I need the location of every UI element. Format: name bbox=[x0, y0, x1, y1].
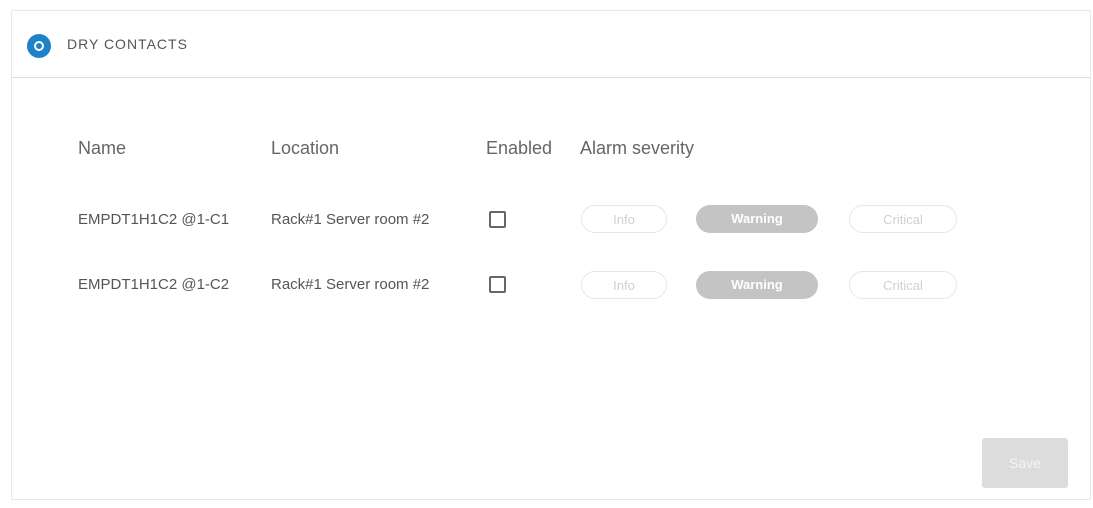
severity-info-button[interactable]: Info bbox=[581, 271, 667, 299]
contact-location: Rack#1 Server room #2 bbox=[271, 276, 430, 293]
severity-info-button[interactable]: Info bbox=[581, 205, 667, 233]
contact-location: Rack#1 Server room #2 bbox=[271, 211, 430, 228]
column-header-alarm-severity: Alarm severity bbox=[580, 138, 695, 158]
severity-warning-button[interactable]: Warning bbox=[696, 271, 818, 299]
severity-critical-button[interactable]: Critical bbox=[849, 271, 957, 299]
severity-warning-button[interactable]: Warning bbox=[696, 205, 818, 233]
enabled-checkbox[interactable] bbox=[489, 276, 506, 293]
contact-name: EMPDT1H1C2 @1-C1 bbox=[78, 211, 230, 228]
radio-target-icon bbox=[27, 34, 51, 58]
column-header-name: Name bbox=[78, 138, 127, 158]
dry-contacts-panel: DRY CONTACTS Name Location Enabled Alarm… bbox=[11, 10, 1091, 500]
panel-title: DRY CONTACTS bbox=[67, 36, 188, 52]
panel-header: DRY CONTACTS bbox=[12, 11, 1090, 78]
severity-critical-button[interactable]: Critical bbox=[849, 205, 957, 233]
contact-name: EMPDT1H1C2 @1-C2 bbox=[78, 276, 230, 293]
enabled-checkbox[interactable] bbox=[489, 211, 506, 228]
column-header-enabled: Enabled bbox=[486, 138, 553, 158]
column-header-location: Location bbox=[271, 138, 340, 158]
save-button[interactable]: Save bbox=[982, 438, 1068, 488]
